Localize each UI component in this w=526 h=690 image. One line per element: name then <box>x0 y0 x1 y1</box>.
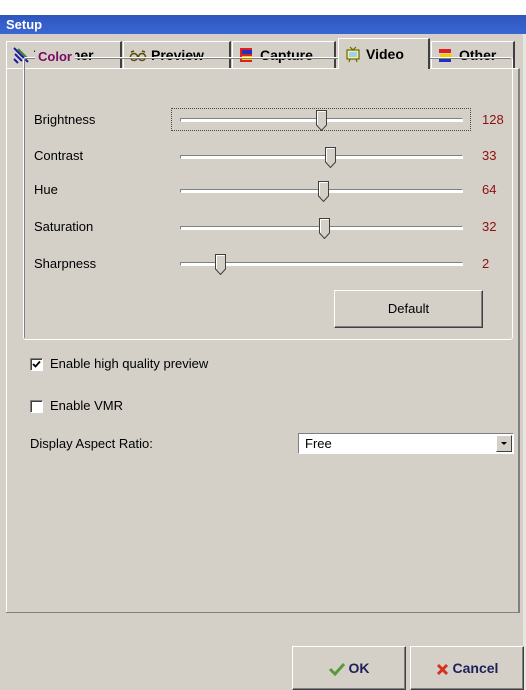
tv-icon <box>346 46 360 63</box>
contrast-slider-thumb[interactable] <box>325 147 336 168</box>
sharpness-label: Sharpness <box>34 256 97 271</box>
sharpness-slider-thumb[interactable] <box>215 254 226 275</box>
aspect-ratio-select[interactable]: Free <box>298 433 514 454</box>
ok-label: OK <box>348 660 370 676</box>
aspect-ratio-value: Free <box>305 436 332 451</box>
check-icon <box>32 360 41 368</box>
cross-icon <box>436 663 448 675</box>
high-quality-preview-checkbox[interactable] <box>30 358 43 371</box>
contrast-label: Contrast <box>34 148 84 163</box>
ok-button[interactable]: OK <box>292 646 406 690</box>
high-quality-preview-label[interactable]: Enable high quality preview <box>50 356 208 371</box>
dropdown-button[interactable] <box>496 435 512 452</box>
enable-vmr-label[interactable]: Enable VMR <box>50 398 123 413</box>
saturation-label: Saturation <box>34 219 94 234</box>
hue-value: 64 <box>482 182 497 197</box>
cancel-label: Cancel <box>452 660 499 676</box>
saturation-value: 32 <box>482 219 497 234</box>
checkmark-icon <box>328 663 345 677</box>
brightness-slider-thumb[interactable] <box>316 110 327 131</box>
aspect-ratio-label: Display Aspect Ratio: <box>30 436 153 451</box>
tab-video[interactable]: Video <box>338 38 430 69</box>
hue-label: Hue <box>34 182 58 197</box>
window-title: Setup <box>0 15 526 34</box>
sharpness-value: 2 <box>482 256 490 271</box>
default-button[interactable]: Default <box>334 290 483 328</box>
contrast-slider-track[interactable] <box>180 155 463 159</box>
enable-vmr-checkbox[interactable] <box>30 400 43 413</box>
tab-label: Video <box>366 46 404 62</box>
saturation-slider-thumb[interactable] <box>319 218 330 239</box>
chevron-down-icon <box>501 442 507 445</box>
contrast-value: 33 <box>482 148 497 163</box>
hue-slider-thumb[interactable] <box>318 181 329 202</box>
brightness-value: 128 <box>482 112 504 127</box>
color-group-label: Color <box>35 50 75 64</box>
cancel-button[interactable]: Cancel <box>410 646 524 690</box>
brightness-label: Brightness <box>34 112 96 127</box>
